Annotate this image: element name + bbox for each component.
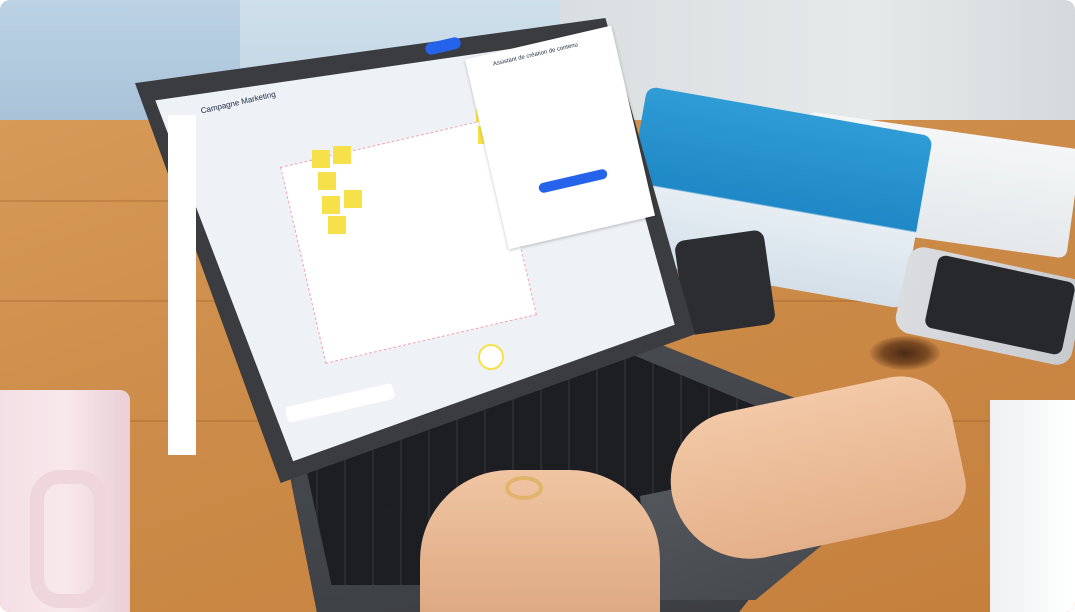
sticky-note (333, 146, 351, 164)
sticky-note (312, 150, 330, 168)
app-sidebar (168, 115, 196, 455)
photo-scene: Campagne Marketing Assistant de création… (0, 0, 1075, 612)
white-sleeve (990, 400, 1075, 612)
sticky-note (318, 172, 336, 190)
gold-ring (505, 476, 543, 500)
center-action-icon (478, 344, 504, 370)
sticky-note (322, 196, 340, 214)
wood-knot (870, 336, 940, 370)
mug-handle (30, 470, 108, 608)
sticky-note (328, 216, 346, 234)
sticky-note (344, 190, 362, 208)
